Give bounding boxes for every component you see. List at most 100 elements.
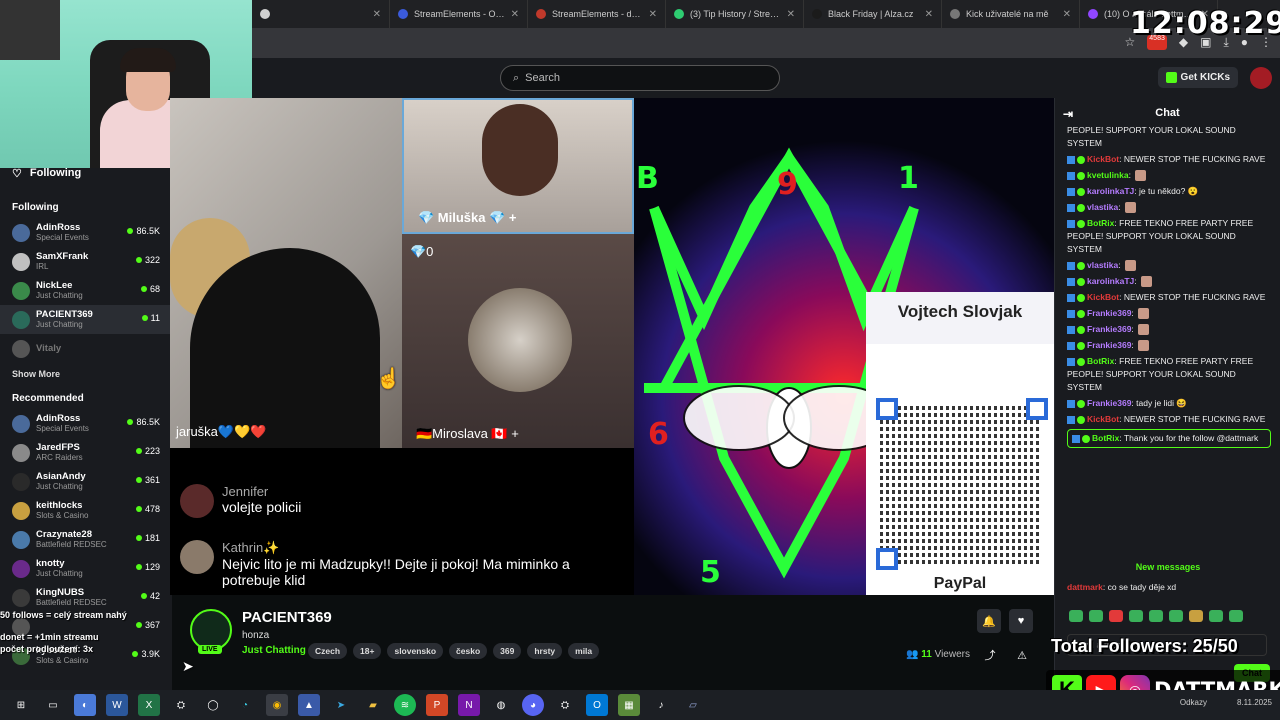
viewer-number: 3.9K: [141, 649, 160, 659]
new-messages-button[interactable]: New messages: [1055, 562, 1280, 572]
badge-icon: [1077, 203, 1085, 212]
emote-icon[interactable]: [1149, 610, 1163, 622]
video-player[interactable]: jaruška💙💛❤️ 💎 Miluška 💎 + 💎0 🇩🇪Miroslava…: [170, 98, 1054, 595]
close-tab-icon[interactable]: ✕: [787, 9, 795, 20]
person-face: [482, 104, 558, 196]
emote-icon[interactable]: [1089, 610, 1103, 622]
user-avatar[interactable]: [1250, 67, 1272, 89]
stream-tag[interactable]: 369: [493, 643, 522, 659]
chrome-icon[interactable]: ◉: [266, 694, 288, 716]
chat-username[interactable]: BotRix: [1087, 356, 1114, 366]
browser-tab[interactable]: Kick uživatelé na mě ✕: [942, 0, 1080, 28]
chat-username[interactable]: BotRix: [1087, 218, 1114, 228]
emote-icon[interactable]: [1189, 610, 1203, 622]
notification-bell-button[interactable]: 🔔: [977, 609, 1001, 633]
search-input[interactable]: ⌕ Search: [500, 65, 780, 91]
stream-tag[interactable]: hrsty: [527, 643, 563, 659]
sidebar-channel[interactable]: AdinRoss Special Events 86.5K: [0, 409, 172, 438]
minecraft-icon[interactable]: ▦: [618, 694, 640, 716]
sidebar-channel[interactable]: AsianAndy Just Chatting 361: [0, 467, 172, 496]
close-tab-icon[interactable]: ✕: [649, 9, 657, 20]
outlook-icon[interactable]: O: [586, 694, 608, 716]
spotify-icon[interactable]: ≋: [394, 694, 416, 716]
sidebar-channel[interactable]: Vitaly: [0, 334, 172, 363]
folder-icon[interactable]: ▰: [362, 694, 384, 716]
chat-username[interactable]: KickBot: [1087, 154, 1119, 164]
report-button[interactable]: ⚠: [1010, 643, 1034, 667]
show-more-button[interactable]: Show More: [0, 363, 172, 387]
chat-username[interactable]: KickBot: [1087, 414, 1119, 424]
edge-icon[interactable]: ◔: [234, 694, 256, 716]
tiktok-icon[interactable]: ♪: [650, 694, 672, 716]
steam-icon[interactable]: ⛭: [554, 694, 576, 716]
close-tab-icon[interactable]: ✕: [1063, 9, 1071, 20]
sidebar-channel[interactable]: KingNUBS Battlefield REDSEC 42: [0, 583, 172, 612]
sidebar-channel[interactable]: Crazynate28 Battlefield REDSEC 181: [0, 525, 172, 554]
emote-icon[interactable]: [1109, 610, 1123, 622]
obs-icon[interactable]: ◍: [490, 694, 512, 716]
stream-tag[interactable]: 18+: [353, 643, 382, 659]
stream-tag[interactable]: mila: [568, 643, 600, 659]
sidebar-channel[interactable]: AdinRoss Special Events 86.5K: [0, 218, 172, 247]
chat-username[interactable]: Frankie369: [1087, 398, 1131, 408]
chat-username[interactable]: Frankie369: [1087, 324, 1131, 334]
stream-tag[interactable]: česko: [449, 643, 488, 659]
chat-username[interactable]: vlastika: [1087, 202, 1118, 212]
chat-name: Kathrin✨: [222, 540, 280, 555]
excel-icon[interactable]: X: [138, 694, 160, 716]
stream-tag[interactable]: slovensko: [387, 643, 444, 659]
chat-text: je tu někdo? 😮: [1138, 186, 1199, 196]
task-view-icon[interactable]: ▭: [42, 694, 64, 716]
channel-category: Special Events: [36, 233, 89, 242]
browser-tab[interactable]: StreamElements - Overlay ✕: [390, 0, 528, 28]
share-button[interactable]: ⤴: [978, 643, 1002, 667]
follow-heart-button[interactable]: ♥: [1009, 609, 1033, 633]
channel-name[interactable]: PACIENT369: [242, 609, 332, 626]
sidebar-channel[interactable]: SamXFrank IRL 322: [0, 247, 172, 276]
sidebar-channel[interactable]: JaredFPS ARC Raiders 223: [0, 438, 172, 467]
app-icon[interactable]: ◯: [202, 694, 224, 716]
discord-icon[interactable]: ◕: [522, 694, 544, 716]
stream-category[interactable]: Just Chatting: [242, 645, 306, 656]
browser-tab[interactable]: (3) Tip History / Streamlabs ✕: [666, 0, 804, 28]
chat-username[interactable]: karolinkaTJ: [1087, 186, 1134, 196]
chat-username[interactable]: vlastika: [1087, 260, 1118, 270]
emote-icon[interactable]: [1169, 610, 1183, 622]
sidebar-channel[interactable]: PACIENT369 Just Chatting 11: [0, 305, 172, 334]
chat-username[interactable]: BotRix: [1092, 433, 1119, 443]
close-tab-icon[interactable]: ✕: [511, 9, 519, 20]
emote-icon[interactable]: [1129, 610, 1143, 622]
art-number: 9: [777, 167, 798, 202]
browser-tab[interactable]: StreamElements - dattmark ✕: [528, 0, 666, 28]
windows-start-icon[interactable]: ⊞: [10, 694, 32, 716]
get-kicks-button[interactable]: Get KICKs: [1157, 67, 1238, 88]
close-tab-icon[interactable]: ✕: [373, 9, 381, 20]
onenote-icon[interactable]: N: [458, 694, 480, 716]
chat-username[interactable]: karolinkaTJ: [1087, 276, 1134, 286]
close-tab-icon[interactable]: ✕: [925, 9, 933, 20]
sidebar-channel[interactable]: keithlocks Slots & Casino 478: [0, 496, 172, 525]
browser-tab[interactable]: ✕: [252, 0, 390, 28]
steam-icon[interactable]: ⛭: [170, 694, 192, 716]
emote-icon[interactable]: [1209, 610, 1223, 622]
app-icon[interactable]: ▲: [298, 694, 320, 716]
powerpoint-icon[interactable]: P: [426, 694, 448, 716]
app-icon[interactable]: ◐: [74, 694, 96, 716]
chat-username[interactable]: Frankie369: [1087, 340, 1131, 350]
chat-username[interactable]: kvetulinka: [1087, 170, 1129, 180]
emote-icon[interactable]: [1229, 610, 1243, 622]
sidebar-channel[interactable]: knotty Just Chatting 129: [0, 554, 172, 583]
emote-icon[interactable]: [1069, 610, 1083, 622]
links-toolbar[interactable]: Odkazy: [1180, 698, 1207, 707]
chat-username[interactable]: Frankie369: [1087, 308, 1131, 318]
channel-category: Just Chatting: [36, 291, 83, 300]
browser-tab[interactable]: Black Friday | Alza.cz ✕: [804, 0, 942, 28]
collapse-chat-icon[interactable]: ⇥: [1063, 107, 1073, 121]
sidebar-channel[interactable]: NickLee Just Chatting 68: [0, 276, 172, 305]
app-icon[interactable]: ▱: [682, 694, 704, 716]
telegram-icon[interactable]: ➤: [330, 694, 352, 716]
stream-tag[interactable]: Czech: [308, 643, 348, 659]
word-icon[interactable]: W: [106, 694, 128, 716]
badge-icon: [1067, 357, 1075, 366]
chat-username[interactable]: KickBot: [1087, 292, 1119, 302]
